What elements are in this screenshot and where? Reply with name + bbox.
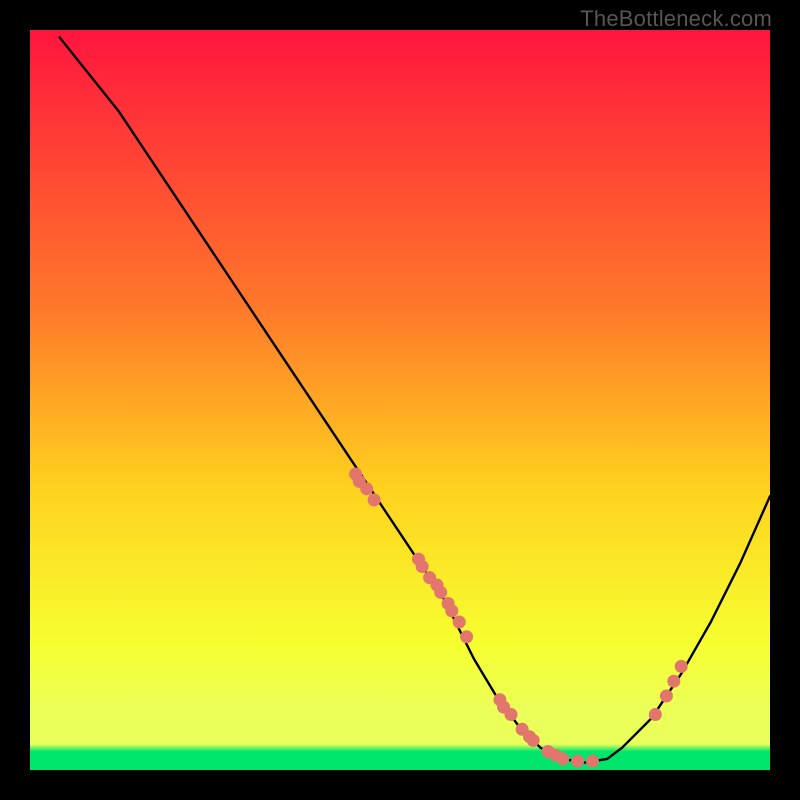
curve-marker (416, 560, 429, 573)
gradient-background (30, 30, 770, 770)
curve-marker (460, 630, 473, 643)
watermark-text: TheBottleneck.com (580, 6, 772, 32)
curve-marker (586, 755, 599, 768)
curve-marker (434, 586, 447, 599)
chart-svg (30, 30, 770, 770)
curve-marker (445, 604, 458, 617)
bottleneck-chart (30, 30, 770, 770)
curve-marker (660, 690, 673, 703)
curve-marker (667, 675, 680, 688)
curve-marker (556, 752, 569, 765)
curve-marker (649, 708, 662, 721)
curve-marker (527, 734, 540, 747)
curve-marker (368, 493, 381, 506)
curve-marker (571, 755, 584, 768)
curve-marker (360, 482, 373, 495)
curve-marker (453, 616, 466, 629)
curve-marker (505, 708, 518, 721)
curve-marker (675, 660, 688, 673)
